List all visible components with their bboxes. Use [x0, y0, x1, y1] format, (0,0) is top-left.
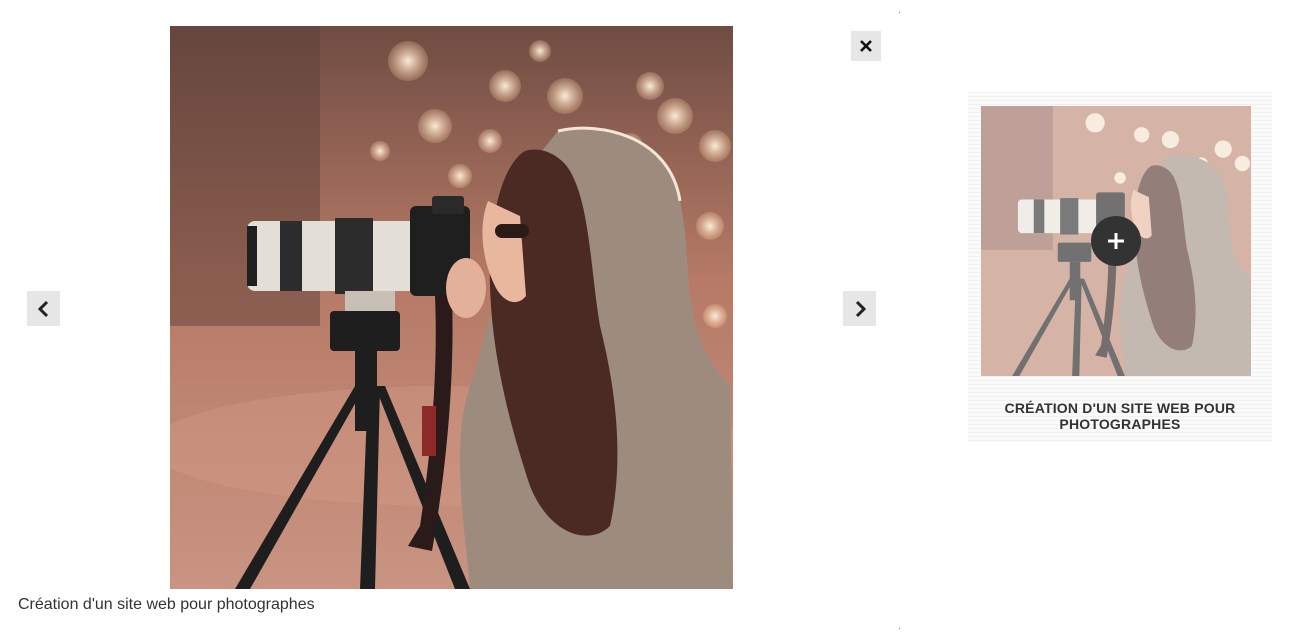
edge-mark: [899, 12, 900, 13]
edge-mark: [899, 628, 900, 629]
plus-icon: [1108, 233, 1124, 249]
previous-button[interactable]: [27, 291, 60, 326]
card-thumbnail[interactable]: [981, 106, 1251, 376]
lightbox-caption: Création d'un site web pour photographes: [18, 596, 315, 613]
next-button[interactable]: [843, 291, 876, 326]
card-title[interactable]: Création d'un site web pour photographes: [968, 400, 1272, 432]
expand-button[interactable]: [1091, 216, 1141, 266]
main-photo: [170, 26, 733, 589]
close-icon: [860, 40, 872, 52]
photo-illustration: [170, 26, 733, 589]
portfolio-card[interactable]: Création d'un site web pour photographes: [968, 92, 1272, 442]
chevron-right-icon: [855, 300, 866, 317]
lightbox: Création d'un site web pour photographes: [0, 0, 902, 632]
chevron-left-icon: [37, 300, 48, 317]
close-button[interactable]: [851, 31, 881, 61]
